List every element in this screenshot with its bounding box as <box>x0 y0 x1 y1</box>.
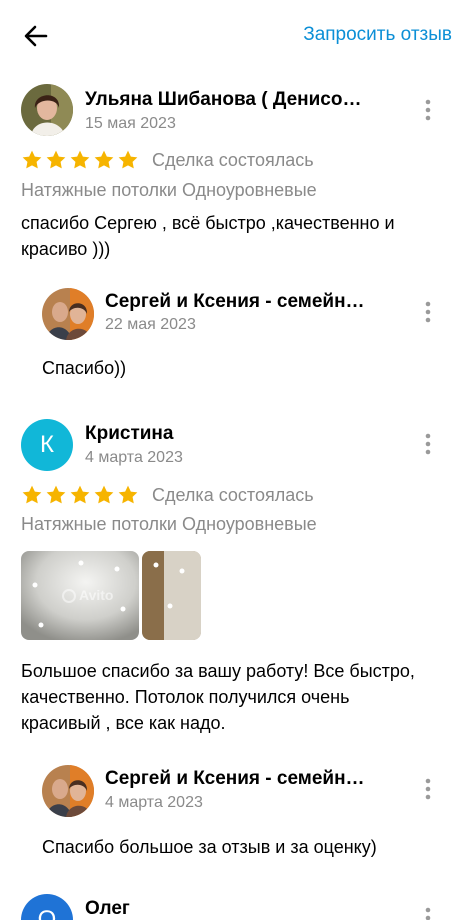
kebab-menu-icon <box>425 99 431 121</box>
deal-status: Сделка состоялась <box>152 485 314 505</box>
more-options-button[interactable] <box>416 430 440 458</box>
seller-name[interactable]: Сергей и Ксения - семейн… <box>105 291 395 313</box>
star-icon <box>118 485 138 504</box>
reply-date: 4 марта 2023 <box>105 794 203 811</box>
review-category: Натяжные потолки Одноуровневые <box>21 514 317 534</box>
avatar[interactable]: О <box>21 894 73 920</box>
kebab-menu-icon <box>425 301 431 323</box>
review-author-name[interactable]: Ульяна Шибанова ( Денисо… <box>85 89 395 111</box>
kebab-menu-icon <box>425 907 431 920</box>
arrow-left-icon <box>24 25 48 47</box>
kebab-menu-icon <box>425 778 431 800</box>
review-text: Большое спасибо за вашу работу! Все быст… <box>21 661 415 733</box>
top-bar: Запросить отзыв <box>0 0 472 72</box>
seller-name[interactable]: Сергей и Ксения - семейн… <box>105 768 395 790</box>
star-icon <box>46 150 66 169</box>
rating-stars <box>21 484 139 506</box>
avatar[interactable]: К <box>21 419 73 471</box>
seller-avatar[interactable] <box>42 288 94 340</box>
review-category: Натяжные потолки Одноуровневые <box>21 180 317 200</box>
deal-status: Сделка состоялась <box>152 150 314 170</box>
reply-text: Спасибо большое за отзыв и за оценку) <box>42 837 377 857</box>
rating-stars <box>21 149 139 171</box>
seller-avatar[interactable] <box>42 765 94 817</box>
review-photo[interactable]: Avito <box>21 551 139 640</box>
reply-more-options-button[interactable] <box>416 775 440 803</box>
review-date: 15 мая 2023 <box>85 115 176 132</box>
star-icon <box>46 485 66 504</box>
reply-more-options-button[interactable] <box>416 298 440 326</box>
review-date: 4 марта 2023 <box>85 449 183 466</box>
back-button[interactable] <box>22 22 50 50</box>
review-author-name[interactable]: Кристина <box>85 423 385 445</box>
more-options-button[interactable] <box>416 96 440 124</box>
more-options-button[interactable] <box>416 904 440 920</box>
avatar-letter: К <box>40 431 54 458</box>
kebab-menu-icon <box>425 433 431 455</box>
avatar-letter: О <box>37 906 57 920</box>
star-icon <box>94 485 114 504</box>
review-photo[interactable] <box>142 551 201 640</box>
request-review-link[interactable]: Запросить отзыв <box>303 24 452 46</box>
reply-date: 22 мая 2023 <box>105 316 196 333</box>
star-icon <box>118 150 138 169</box>
watermark-text: Avito <box>79 587 113 603</box>
review-author-name[interactable]: Олег <box>85 898 285 920</box>
avatar[interactable] <box>21 84 73 136</box>
star-icon <box>70 150 90 169</box>
star-icon <box>22 150 42 169</box>
review-text: спасибо Сергею , всё быстро ,качественно… <box>21 213 395 259</box>
reply-text: Спасибо)) <box>42 358 127 378</box>
star-icon <box>22 485 42 504</box>
star-icon <box>94 150 114 169</box>
star-icon <box>70 485 90 504</box>
